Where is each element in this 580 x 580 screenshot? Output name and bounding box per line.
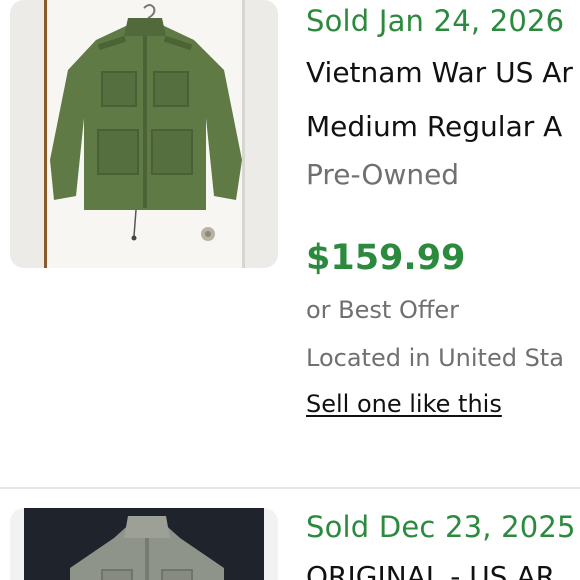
listing-image[interactable]: [10, 0, 278, 268]
listing-divider: [0, 487, 580, 489]
listing-title-line-1[interactable]: ORIGINAL - US AR: [306, 560, 555, 580]
sold-date: Sold Jan 24, 2026: [306, 4, 565, 38]
listing-details: Sold Dec 23, 2025 ORIGINAL - US AR: [306, 490, 580, 580]
jacket-photo: [10, 0, 278, 268]
sell-one-like-this-link[interactable]: Sell one like this: [306, 390, 502, 418]
listing-image[interactable]: [10, 508, 278, 580]
listing-title-line-2[interactable]: Medium Regular A: [306, 110, 562, 143]
listing-details: Sold Jan 24, 2026 Vietnam War US Ar Medi…: [306, 0, 580, 440]
jacket-photo: [10, 508, 278, 580]
listing-title-line-1[interactable]: Vietnam War US Ar: [306, 56, 573, 89]
sold-date: Sold Dec 23, 2025: [306, 510, 576, 544]
best-offer-label: or Best Offer: [306, 296, 460, 324]
location-label: Located in United Sta: [306, 344, 564, 372]
listing-card[interactable]: Sold Jan 24, 2026 Vietnam War US Ar Medi…: [0, 0, 580, 490]
listing-card[interactable]: Sold Dec 23, 2025 ORIGINAL - US AR: [0, 490, 580, 580]
sold-price: $159.99: [306, 238, 466, 278]
condition-label: Pre-Owned: [306, 158, 460, 191]
